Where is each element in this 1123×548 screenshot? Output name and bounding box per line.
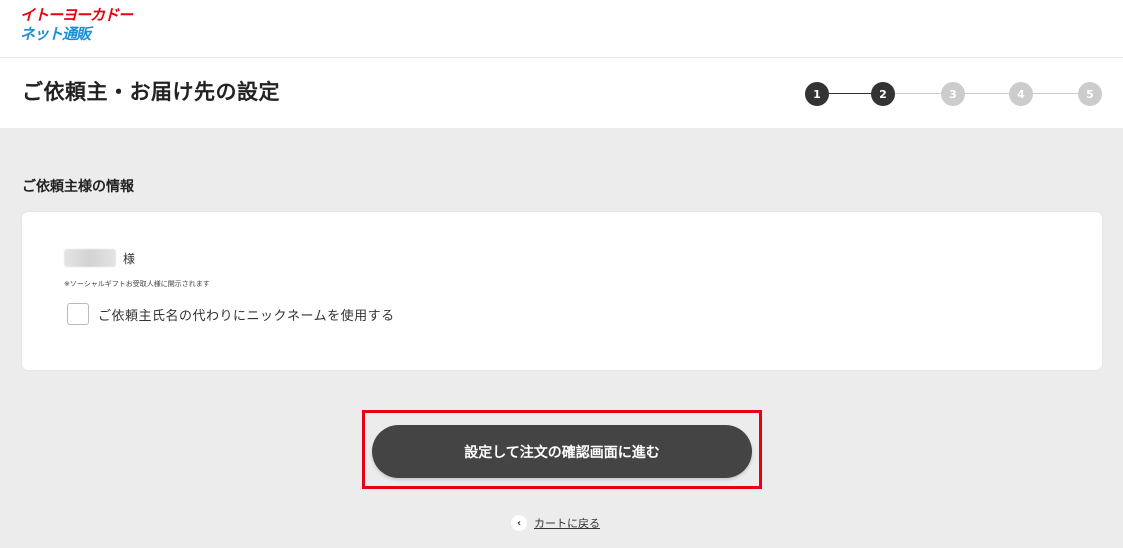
logo-line-1: イトーヨーカドー xyxy=(20,6,133,24)
site-logo[interactable]: イトーヨーカドー ネット通販 xyxy=(20,6,133,44)
disclosure-note: ※ソーシャルギフトお受取人様に開示されます xyxy=(64,280,210,288)
step-3: 3 xyxy=(941,82,965,106)
title-bar: ご依頼主・お届け先の設定 1 2 3 4 5 xyxy=(0,58,1123,128)
nickname-checkbox-label[interactable]: ご依頼主氏名の代わりにニックネームを使用する xyxy=(98,305,395,324)
requester-card: 様 ※ソーシャルギフトお受取人様に開示されます ご依頼主氏名の代わりにニックネー… xyxy=(22,212,1102,370)
page-title: ご依頼主・お届け先の設定 xyxy=(22,80,280,104)
back-to-cart-link[interactable]: ‹ カートに戻る xyxy=(511,515,600,531)
step-5: 5 xyxy=(1078,82,1102,106)
honorific: 様 xyxy=(123,251,136,266)
site-header: イトーヨーカドー ネット通販 xyxy=(0,0,1123,58)
chevron-left-icon: ‹ xyxy=(511,515,527,531)
logo-line-2: ネット通販 xyxy=(20,25,91,43)
proceed-to-confirm-button[interactable]: 設定して注文の確認画面に進む xyxy=(372,425,752,478)
nickname-checkbox[interactable] xyxy=(67,303,89,325)
requester-name-row: 様 xyxy=(64,249,135,267)
requester-name-redacted xyxy=(64,249,116,267)
step-2: 2 xyxy=(871,82,895,106)
back-to-cart-label[interactable]: カートに戻る xyxy=(534,515,600,531)
nickname-option[interactable]: ご依頼主氏名の代わりにニックネームを使用する xyxy=(67,303,395,325)
step-1: 1 xyxy=(805,82,829,106)
requester-section-heading: ご依頼主様の情報 xyxy=(22,179,134,195)
progress-stepper: 1 2 3 4 5 xyxy=(805,82,1103,106)
step-4: 4 xyxy=(1009,82,1033,106)
